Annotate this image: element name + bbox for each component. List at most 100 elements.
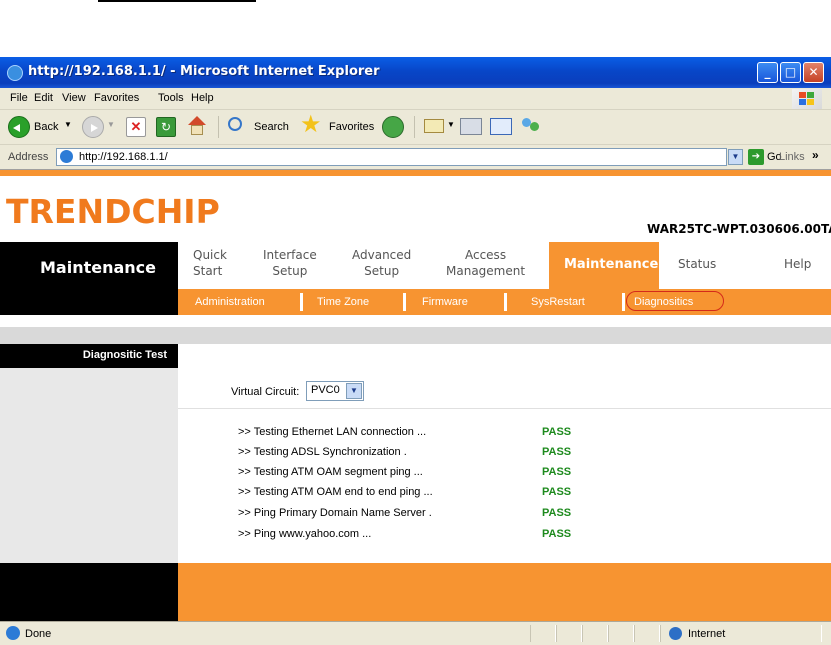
footer-right xyxy=(178,563,831,622)
subnav-divider xyxy=(300,293,303,311)
nav-advanced-setup[interactable]: Advanced Setup xyxy=(352,247,411,279)
menu-favorites[interactable]: Favorites xyxy=(94,92,139,104)
status-bar: Done Internet xyxy=(0,621,831,645)
menu-tools[interactable]: Tools xyxy=(158,92,184,104)
firmware-version: WAR25TC-WPT.030606.00TA xyxy=(647,222,831,236)
nav-access-management[interactable]: Access Management xyxy=(446,247,525,279)
messenger-icon[interactable] xyxy=(520,116,542,138)
history-icon[interactable] xyxy=(382,116,404,138)
minimize-button[interactable]: _ xyxy=(757,62,778,83)
page-done-icon xyxy=(6,626,20,640)
toolbar: Back ▼ ▼ ✕ ↻ Search ★ Favorites ▼ xyxy=(0,110,831,145)
nav-interface-setup[interactable]: Interface Setup xyxy=(263,247,317,279)
subnav-firmware[interactable]: Firmware xyxy=(422,296,468,308)
divider xyxy=(178,408,831,409)
subnav-divider xyxy=(504,293,507,311)
spacer xyxy=(0,315,831,327)
chevron-down-icon[interactable]: ▼ xyxy=(346,383,362,399)
subnav-time-zone[interactable]: Time Zone xyxy=(317,296,369,308)
subnav-sysrestart[interactable]: SysRestart xyxy=(531,296,585,308)
test-label: >> Testing ATM OAM segment ping ... xyxy=(238,466,423,478)
menu-edit[interactable]: Edit xyxy=(34,92,53,104)
ie-icon xyxy=(7,65,23,81)
test-result: PASS xyxy=(542,507,572,519)
forward-dropdown-icon[interactable]: ▼ xyxy=(107,120,115,129)
search-icon[interactable] xyxy=(228,117,242,131)
nav-status[interactable]: Status xyxy=(678,257,716,271)
test-result: PASS xyxy=(542,466,572,478)
test-result: PASS xyxy=(542,446,572,458)
vc-select[interactable]: PVC0 ▼ xyxy=(306,381,364,401)
nav-maintenance[interactable]: Maintenance xyxy=(549,242,659,289)
refresh-icon[interactable]: ↻ xyxy=(156,117,176,137)
close-button[interactable]: ✕ xyxy=(803,62,824,83)
maximize-button[interactable]: □ xyxy=(780,62,801,83)
sidebar-label: Diagnositic Test xyxy=(82,349,167,361)
footer-left xyxy=(0,563,178,622)
sidebar: Diagnositic Test xyxy=(0,344,178,563)
stop-icon[interactable]: ✕ xyxy=(126,117,146,137)
title-bar[interactable]: http://192.168.1.1/ - Microsoft Internet… xyxy=(0,57,831,88)
status-cell xyxy=(634,625,660,642)
subnav-bar: Administration Time Zone Firmware SysRes… xyxy=(0,289,831,315)
sidebar-header: Diagnositic Test xyxy=(0,344,178,368)
nav-help[interactable]: Help xyxy=(784,257,811,271)
diag-panel: Virtual Circuit: PVC0 ▼ >> Testing Ether… xyxy=(178,344,831,563)
mail-icon[interactable] xyxy=(424,119,444,133)
zone-cell: Internet xyxy=(660,625,822,642)
top-rule xyxy=(98,0,256,2)
address-label: Address xyxy=(8,151,49,163)
test-label: >> Ping www.yahoo.com ... xyxy=(238,528,372,540)
test-label: >> Testing ATM OAM end to end ping ... xyxy=(238,486,433,498)
subnav-divider xyxy=(403,293,406,311)
forward-icon[interactable] xyxy=(82,116,104,138)
address-input[interactable]: http://192.168.1.1/ xyxy=(56,148,727,166)
test-result: PASS xyxy=(542,486,572,498)
test-result: PASS xyxy=(542,426,572,438)
search-label[interactable]: Search xyxy=(254,121,289,133)
subnav-divider xyxy=(622,293,625,311)
page-content: TRENDCHIP WAR25TC-WPT.030606.00TA Mainte… xyxy=(0,169,831,622)
address-dropdown-icon[interactable]: ▼ xyxy=(728,149,743,165)
brand-logo: TRENDCHIP xyxy=(6,192,220,231)
vc-value: PVC0 xyxy=(311,384,340,396)
globe-icon xyxy=(669,627,682,640)
browser-window: http://192.168.1.1/ - Microsoft Internet… xyxy=(0,57,831,645)
subnav-diagnositics-label: Diagnositics xyxy=(634,296,694,308)
subnav-items: Administration Time Zone Firmware SysRes… xyxy=(178,289,831,315)
toolbar-separator xyxy=(414,116,415,138)
menu-view[interactable]: View xyxy=(62,92,86,104)
back-dropdown-icon[interactable]: ▼ xyxy=(64,120,72,129)
status-cell xyxy=(608,625,634,642)
favorites-label[interactable]: Favorites xyxy=(329,121,374,133)
favorites-star-icon[interactable]: ★ xyxy=(300,112,322,138)
home-icon[interactable] xyxy=(186,116,208,138)
windows-logo-icon xyxy=(792,89,822,109)
status-text: Done xyxy=(25,628,52,640)
status-cell xyxy=(556,625,582,642)
status-cell xyxy=(582,625,608,642)
menu-file[interactable]: File xyxy=(10,92,28,104)
print-icon[interactable] xyxy=(460,118,482,135)
menu-bar: File Edit View Favorites Tools Help xyxy=(0,88,831,110)
edit-icon[interactable] xyxy=(490,118,512,135)
mail-dropdown-icon[interactable]: ▼ xyxy=(447,120,455,129)
subnav-administration[interactable]: Administration xyxy=(195,296,265,308)
nav-quick-start[interactable]: Quick Start xyxy=(193,247,227,279)
address-url: http://192.168.1.1/ xyxy=(79,151,168,163)
top-orange-bar xyxy=(0,170,831,176)
page-icon xyxy=(60,150,73,163)
menu-help[interactable]: Help xyxy=(191,92,214,104)
window-title: http://192.168.1.1/ - Microsoft Internet… xyxy=(28,64,380,79)
back-label[interactable]: Back xyxy=(34,121,58,133)
links-button[interactable]: Links xyxy=(779,151,805,163)
test-label: >> Testing Ethernet LAN connection ... xyxy=(238,426,427,438)
back-icon[interactable] xyxy=(8,116,30,138)
subnav-diagnositics[interactable]: Diagnositics xyxy=(626,291,724,311)
address-bar: Address http://192.168.1.1/ ▼ ➔ Go Links… xyxy=(0,145,831,169)
main-nav: Maintenance Quick Start Interface Setup Ad… xyxy=(0,242,831,289)
links-chevron-icon[interactable]: » xyxy=(812,148,819,162)
section-title: Maintenance xyxy=(40,258,157,277)
toolbar-separator xyxy=(218,116,219,138)
go-arrow-icon[interactable]: ➔ xyxy=(748,149,764,165)
